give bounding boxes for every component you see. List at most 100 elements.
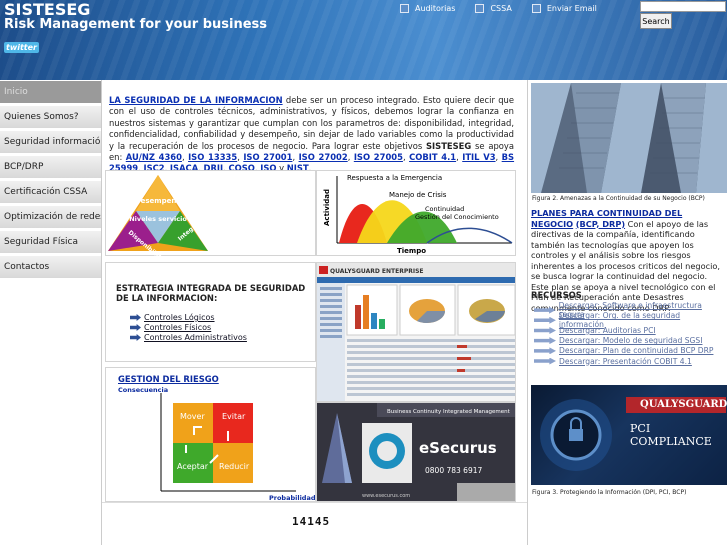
sidebar-item-certificacion-cssa[interactable]: Certificación CSSA	[0, 180, 101, 203]
strategy-title: ESTRATEGIA INTEGRADA DE SEGURIDAD DE LA …	[116, 283, 306, 303]
search-input[interactable]	[640, 1, 726, 12]
esecurus-banner[interactable]: Business Continuity Integrated Managemen…	[316, 402, 516, 502]
risk-label-reducir: Reducir	[219, 462, 250, 471]
sidebar-item-seguridad-informacion[interactable]: Seguridad información	[0, 130, 101, 153]
curve-label-continuity: Continuidad	[425, 205, 464, 213]
page-header: SISTESEG Risk Management for your busine…	[0, 0, 727, 80]
strategy-link-label: Controles Físicos	[144, 323, 212, 332]
arrow-right-icon	[534, 347, 556, 355]
risk-management-panel: GESTION DEL RIESGO Consecuencia Mover Ev…	[105, 367, 316, 502]
download-label: Descargar: Auditorias PCI	[559, 325, 656, 335]
nav-link-label: Enviar Email	[546, 4, 597, 13]
standard-link[interactable]: ISO 27002	[299, 152, 348, 162]
visit-counter-area: 14145	[102, 502, 527, 545]
visit-counter: 14145	[292, 515, 331, 528]
sidebar-item-inicio[interactable]: Inicio	[0, 80, 101, 103]
figure-caption-pci: Figura 3. Protegiendo la Información (DP…	[532, 489, 687, 496]
risk-label-mover: Mover	[180, 412, 205, 421]
strategy-link-logicos[interactable]: Controles Lógicos	[130, 313, 215, 322]
curve-label-emergency: Respuesta a la Emergencia	[347, 174, 442, 182]
resources-title: RECURSOS	[531, 290, 582, 300]
sidebar-item-seguridad-fisica[interactable]: Seguridad Física	[0, 230, 101, 253]
qualysguard-banner[interactable]: QUALYSGUARD ENTERPRISE	[316, 262, 516, 402]
curve-x-label: Tiempo	[397, 247, 426, 255]
esecurus-brand: eSecurus	[419, 439, 497, 457]
top-nav: Auditorias CSSA Enviar Email	[400, 4, 617, 13]
risk-label-evitar: Evitar	[222, 412, 246, 421]
arrow-right-icon	[130, 324, 141, 331]
esecurus-graphic: Business Continuity Integrated Managemen…	[317, 403, 515, 501]
sidebar-item-quienes-somos[interactable]: Quienes Somos?	[0, 105, 101, 128]
standard-link[interactable]: ISO 27005	[354, 152, 403, 162]
bcp-drp-link[interactable]: (BCP, DRP)	[576, 219, 625, 229]
standard-link[interactable]: ITIL V3	[462, 152, 495, 162]
strategy-link-administrativos[interactable]: Controles Administrativos	[130, 333, 247, 342]
nav-link-label: Auditorias	[415, 4, 456, 13]
esecurus-phone: 0800 783 6917	[425, 466, 482, 475]
right-column: Figura 2. Amenazas a la Continuidad de s…	[527, 80, 727, 545]
esecurus-header-text: Business Continuity Integrated Managemen…	[387, 409, 511, 415]
pyramid-top-label: Desempeño	[135, 197, 182, 205]
twitter-badge[interactable]: twitter	[4, 42, 39, 53]
nav-link-cssa[interactable]: CSSA	[475, 4, 512, 13]
towers-image	[531, 83, 727, 193]
arrow-right-icon	[534, 306, 556, 314]
esecurus-url: www.esecurus.com	[362, 493, 410, 499]
download-label: Descargar: Presentación COBIT 4.1	[559, 356, 692, 366]
download-link[interactable]: Descargar: Plan de continuidad BCP DRP	[531, 346, 727, 356]
nav-square-icon	[475, 4, 485, 13]
pci-compliance-text: PCI COMPLIANCE	[630, 422, 712, 448]
figure-caption-bcp: Figura 2. Amenazas a la Continuidad de s…	[532, 195, 705, 202]
nav-link-label: CSSA	[490, 4, 512, 13]
download-label: Descargar: Modelo de seguridad SGSI	[559, 336, 703, 346]
curve-label-knowledge: Gestión del Conocimiento	[415, 213, 499, 221]
standard-link[interactable]: AU/NZ 4360	[126, 152, 182, 162]
towers-graphic	[531, 83, 727, 193]
risk-label-aceptar: Aceptar	[177, 462, 209, 471]
nav-square-icon	[400, 4, 409, 13]
sidebar-item-contactos[interactable]: Contactos	[0, 255, 101, 278]
strategy-link-label: Controles Lógicos	[144, 313, 215, 322]
sidebar: Inicio Quienes Somos? Seguridad informac…	[0, 80, 101, 545]
download-label: Descargar: Plan de continuidad BCP DRP	[559, 346, 714, 356]
main-content: LA SEGURIDAD DE LA INFORMACION debe ser …	[101, 80, 527, 545]
risk-cell-evitar	[213, 403, 253, 443]
curve-label-crisis: Manejo de Crisis	[389, 191, 447, 199]
intro-title-link[interactable]: LA SEGURIDAD DE LA INFORMACION	[109, 95, 283, 105]
download-link[interactable]: Descargar: Presentación COBIT 4.1	[531, 356, 727, 366]
qualysguard-screenshot: QUALYSGUARD ENTERPRISE	[317, 263, 515, 401]
sidebar-item-optimizacion-redes[interactable]: Optimización de redes	[0, 205, 101, 228]
strategy-link-label: Controles Administrativos	[144, 333, 247, 342]
intro-brand: SISTESEG	[426, 140, 472, 151]
sidebar-item-bcp-drp[interactable]: BCP/DRP	[0, 155, 101, 178]
nav-link-auditorias[interactable]: Auditorias	[400, 4, 455, 13]
standard-link[interactable]: COBIT 4.1	[409, 152, 456, 162]
nav-square-icon	[531, 4, 541, 13]
pyramid-diagram: Desempeño Niveles servicio Disponibilida…	[105, 170, 316, 266]
nav-link-enviar-email[interactable]: Enviar Email	[531, 4, 597, 13]
arrow-right-icon	[534, 337, 556, 345]
continuity-curve-graphic: Respuesta a la Emergencia Manejo de Cris…	[323, 174, 513, 255]
continuity-curve-diagram: Respuesta a la Emergencia Manejo de Cris…	[316, 170, 516, 256]
arrow-right-icon	[534, 357, 556, 365]
standard-link[interactable]: ISO 13335	[188, 152, 237, 162]
pyramid-graphic: Desempeño Niveles servicio Disponibilida…	[108, 175, 208, 266]
pci-keyboard-graphic	[540, 399, 612, 471]
download-link[interactable]: Descargar: Modelo de seguridad SGSI	[531, 336, 727, 346]
download-link[interactable]: Descargar: Org. de la seguridad informac…	[531, 311, 727, 329]
arrow-right-icon	[130, 314, 141, 321]
risk-y-label: Consecuencia	[118, 386, 168, 394]
search-button[interactable]: Search	[640, 13, 672, 29]
brand-slogan: Risk Management for your business	[4, 17, 268, 32]
strategy-panel: ESTRATEGIA INTEGRADA DE SEGURIDAD DE LA …	[105, 262, 316, 362]
pyramid-middle-label: Niveles servicio	[129, 215, 187, 223]
qualysguard-logo-text: QUALYSGUARD ENTERPRISE	[330, 268, 424, 275]
risk-cell-mover	[173, 403, 213, 443]
standard-link[interactable]: ISO 27001	[243, 152, 292, 162]
risk-x-label: Probabilidad	[269, 494, 316, 502]
arrow-right-icon	[534, 326, 556, 334]
pci-compliance-banner[interactable]: QUALYSGUARD PCI COMPLIANCE	[531, 385, 727, 485]
intro-paragraph: LA SEGURIDAD DE LA INFORMACION debe ser …	[109, 95, 515, 174]
pci-qualysguard-logo: QUALYSGUARD	[626, 397, 727, 413]
strategy-link-fisicos[interactable]: Controles Físicos	[130, 323, 211, 332]
